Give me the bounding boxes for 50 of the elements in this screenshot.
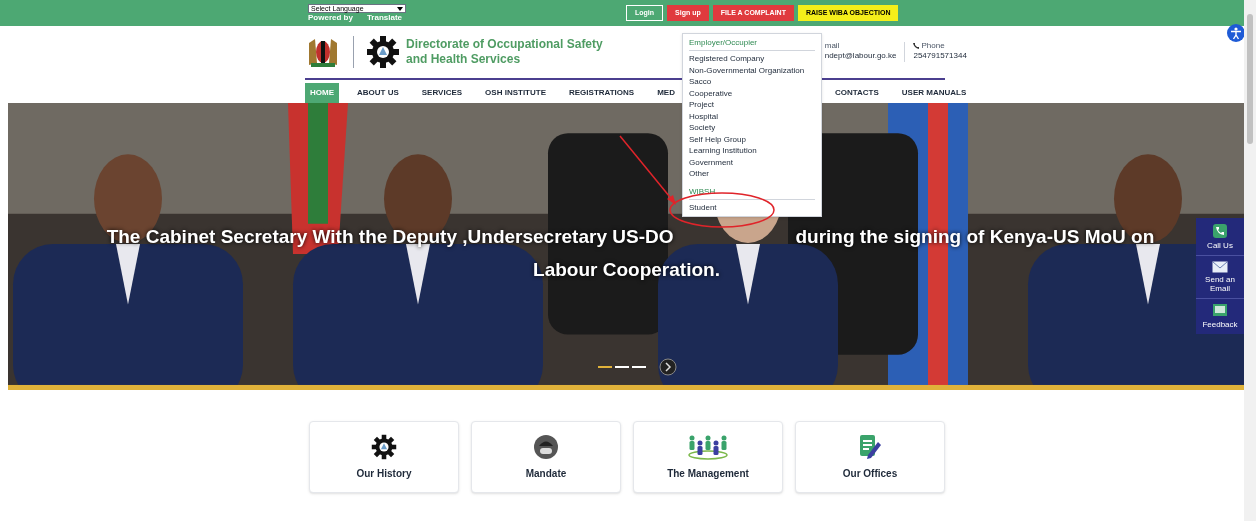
phone-icon [913, 43, 920, 49]
contact-value: ndept@labour.go.ke [824, 50, 897, 62]
dropdown-heading: Employer/Occupier [689, 38, 815, 51]
dropdown-item[interactable]: Government [689, 156, 815, 168]
document-icon [858, 433, 882, 460]
nav-item[interactable]: OSH INSTITUTE [480, 83, 551, 103]
nav-item[interactable]: USER MANUALS [896, 83, 972, 103]
dropdown-item[interactable]: Sacco [689, 76, 815, 88]
dropdown-item[interactable]: Cooperative [689, 87, 815, 99]
feature-card[interactable]: Mandate [471, 421, 621, 493]
people-icon [687, 433, 729, 460]
gear-logo-icon [366, 35, 400, 69]
slide-indicator[interactable] [615, 366, 629, 368]
contact-value: 254791571344 [913, 50, 967, 62]
nav-item[interactable]: MED [652, 83, 680, 103]
contact-label: Phone [921, 42, 945, 50]
dropdown-item[interactable]: Self Help Group [689, 133, 815, 145]
nav-item[interactable]: REGISTRATIONS [564, 83, 640, 103]
annotation-arrow [619, 135, 676, 205]
site-title: and Health Services [406, 52, 522, 67]
dropdown-item[interactable]: Other [689, 168, 815, 180]
phone-icon [1212, 223, 1228, 239]
powered-by-text: Powered by [308, 14, 353, 22]
nav-item[interactable]: SERVICES [416, 83, 468, 103]
dropdown-heading: WIBSH [689, 186, 815, 200]
contact-label: mail [824, 42, 840, 50]
dropdown-item[interactable]: Student [689, 201, 815, 213]
caret-icon [397, 6, 403, 11]
feedback-icon [1213, 304, 1227, 318]
feature-card[interactable]: The Management [633, 421, 783, 493]
accessibility-icon[interactable] [1227, 24, 1245, 42]
slide-indicator[interactable] [632, 366, 646, 368]
dropdown-item[interactable]: Registered Company [689, 53, 815, 65]
dropdown-item[interactable]: Project [689, 99, 815, 111]
envelope-icon [1212, 261, 1228, 273]
dropdown-item[interactable]: Hospital [689, 110, 815, 122]
gear-icon [371, 433, 397, 460]
feature-card[interactable]: Our Offices [795, 421, 945, 493]
slide-indicator[interactable] [598, 366, 612, 368]
site-title: Directorate of Occupational Safety [406, 37, 603, 52]
dropdown-item[interactable]: Society [689, 122, 815, 134]
feature-card[interactable]: Our History [309, 421, 459, 493]
side-panel-item[interactable]: Call Us [1196, 218, 1244, 255]
dropdown-item[interactable]: Learning Institution [689, 145, 815, 157]
dropdown-item[interactable]: Non-Governmental Organization [689, 64, 815, 76]
helmet-icon [533, 433, 559, 460]
nav-item[interactable]: CONTACTS [829, 83, 884, 103]
nav-item[interactable]: ABOUT US [352, 83, 404, 103]
hero-caption: Labour Cooperation. [533, 257, 720, 282]
scrollbar[interactable] [1244, 0, 1256, 521]
